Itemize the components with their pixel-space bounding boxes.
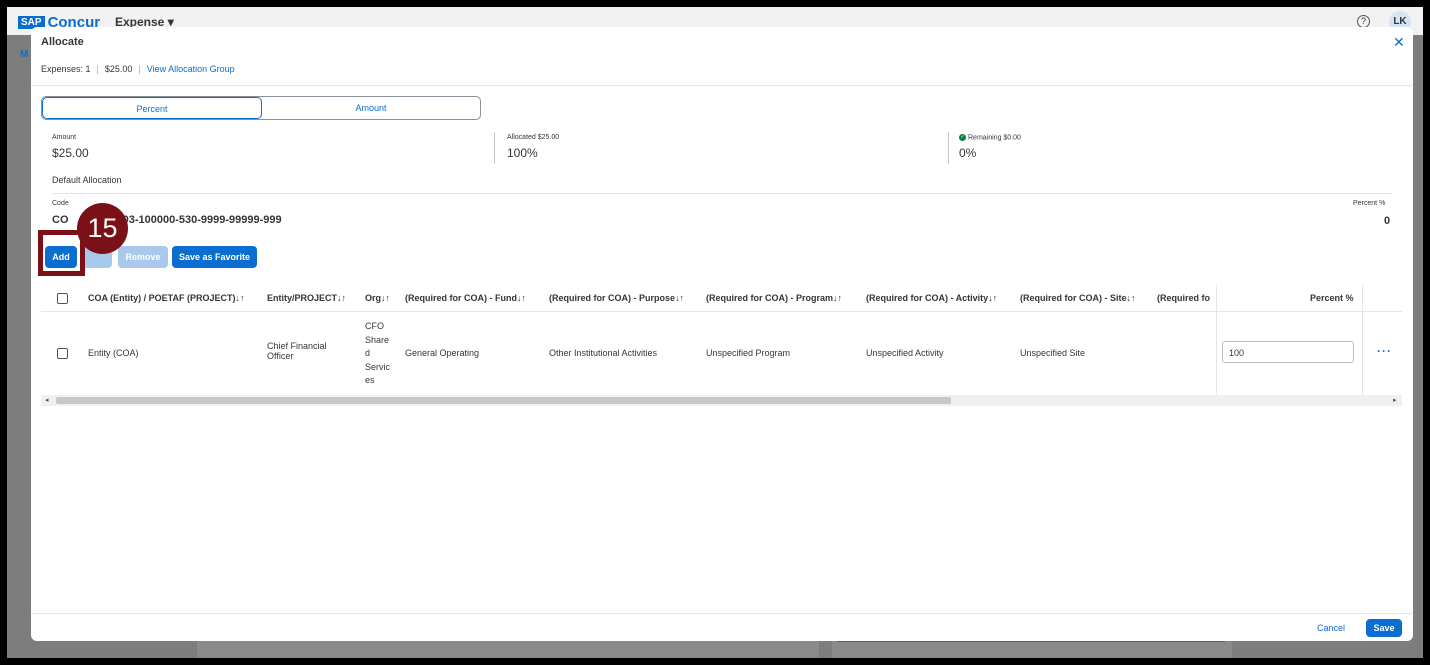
background-tab: M [20, 49, 29, 60]
scroll-right-icon[interactable]: ▸ [1393, 395, 1397, 406]
cell-org-line: Share [365, 334, 390, 345]
cell-org-line: d [365, 348, 371, 358]
save-as-favorite-button[interactable]: Save as Favorite [172, 246, 257, 268]
allocation-table: COA (Entity) / POETAF (PROJECT)↓↑ Entity… [41, 285, 1402, 395]
view-allocation-group-link[interactable]: View Allocation Group [147, 64, 235, 74]
horizontal-scrollbar[interactable]: ◂ ▸ [41, 395, 1402, 406]
code-value-tail: 003-100000-530-9999-99999-999 [116, 214, 282, 226]
divider [494, 132, 495, 164]
dialog-header: Allocate ✕ Expenses: 1 | $25.00 | View A… [31, 27, 1413, 86]
column-header-truncated[interactable]: (Required fo [1157, 293, 1215, 303]
allocate-dialog: Allocate ✕ Expenses: 1 | $25.00 | View A… [31, 27, 1413, 641]
tab-percent[interactable]: Percent [42, 97, 262, 119]
divider [948, 132, 949, 164]
column-header-percent: Percent % [1310, 293, 1354, 303]
cell-org: CFO Share d Servic es [365, 320, 390, 388]
expense-amount: $25.00 [104, 64, 133, 74]
cell-org-line: es [365, 375, 375, 385]
cell-coa: Entity (COA) [88, 348, 139, 358]
column-header-coa[interactable]: COA (Entity) / POETAF (PROJECT)↓↑ [88, 293, 245, 303]
cell-org-line: Servic [365, 361, 391, 372]
screen: SAP Concur Expense ▾ ? LK M Allocate ✕ E… [7, 7, 1423, 658]
tab-amount[interactable]: Amount [262, 97, 480, 119]
more-options-icon[interactable]: ··· [1377, 344, 1392, 358]
row-checkbox[interactable] [57, 348, 68, 359]
column-header-entity[interactable]: Entity/PROJECT↓↑ [267, 293, 346, 303]
select-all-checkbox[interactable] [57, 293, 68, 304]
cell-program: Unspecified Program [706, 348, 791, 358]
remove-button[interactable]: Remove [118, 246, 168, 268]
remaining-summary: ✓ Remaining $0.00 0% [959, 134, 1021, 160]
column-header-purpose[interactable]: (Required for COA) - Purpose↓↑ [549, 293, 684, 303]
code-value-start: CO [52, 214, 69, 226]
amount-label: Amount [52, 134, 77, 141]
percent-input[interactable]: 100 [1222, 341, 1354, 363]
default-allocation-title: Default Allocation [52, 175, 122, 185]
cell-purpose: Other Institutional Activities [549, 348, 658, 358]
amount-value: $25.00 [52, 146, 89, 160]
divider [52, 193, 1392, 194]
cancel-button[interactable]: Cancel [1317, 623, 1345, 633]
cell-entity: Chief Financial Officer [267, 341, 327, 361]
column-header-program[interactable]: (Required for COA) - Program↓↑ [706, 293, 842, 303]
column-header-fund[interactable]: (Required for COA) - Fund↓↑ [405, 293, 526, 303]
column-header-site[interactable]: (Required for COA) - Site↓↑ [1020, 293, 1136, 303]
check-circle-icon: ✓ [959, 134, 966, 141]
allocated-value: 100% [507, 146, 538, 160]
amount-summary: Amount $25.00 [52, 134, 89, 160]
remaining-label: Remaining $0.00 [968, 134, 1021, 142]
remaining-label-row: ✓ Remaining $0.00 [959, 134, 1021, 141]
expense-count: Expenses: 1 [41, 64, 91, 74]
meta-separator: | [138, 64, 141, 74]
allocated-summary: Allocated $25.00 100% [507, 134, 559, 160]
percent-value: 0 [1384, 215, 1391, 227]
cell-org-line: CFO [365, 321, 384, 331]
column-header-org[interactable]: Org↓↑ [365, 293, 390, 303]
meta-separator: | [96, 64, 99, 74]
save-button[interactable]: Save [1366, 619, 1402, 637]
close-icon[interactable]: ✕ [1393, 34, 1405, 51]
cell-fund: General Operating [405, 348, 480, 358]
cell-activity: Unspecified Activity [866, 348, 944, 358]
scroll-left-icon[interactable]: ◂ [45, 395, 49, 406]
cell-entity-line: Officer [267, 351, 294, 361]
column-divider [1216, 285, 1217, 395]
percent-label: Percent % [1353, 200, 1386, 207]
table-header: COA (Entity) / POETAF (PROJECT)↓↑ Entity… [41, 285, 1402, 312]
allocation-meta: Expenses: 1 | $25.00 | View Allocation G… [41, 64, 235, 74]
code-label: Code [52, 200, 69, 207]
dialog-footer: Cancel Save [31, 613, 1413, 641]
dialog-title: Allocate [41, 36, 84, 48]
scroll-thumb[interactable] [56, 397, 951, 404]
step-number-badge: 15 [77, 203, 128, 254]
column-divider [1362, 285, 1363, 395]
percent-amount-toggle: Percent Amount [41, 96, 481, 120]
column-header-activity[interactable]: (Required for COA) - Activity↓↑ [866, 293, 997, 303]
remaining-value: 0% [959, 146, 977, 161]
cell-entity-line: Chief Financial [267, 341, 327, 351]
allocated-label: Allocated $25.00 [507, 134, 560, 141]
cell-site: Unspecified Site [1020, 348, 1086, 358]
